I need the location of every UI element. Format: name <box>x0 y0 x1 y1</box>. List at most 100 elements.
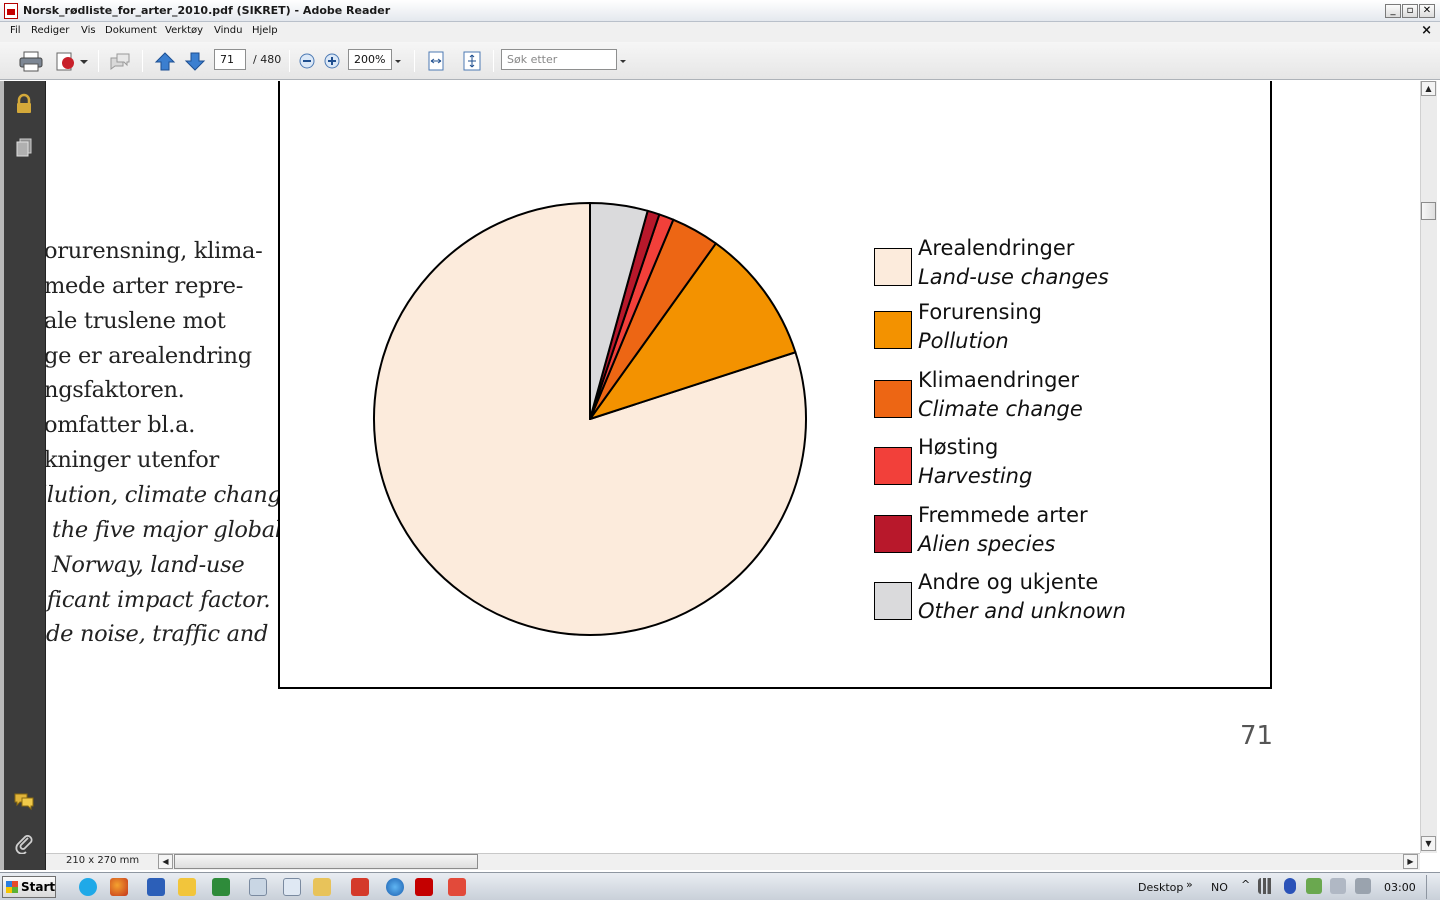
internet-explorer-icon[interactable] <box>386 878 404 896</box>
fit-width-icon[interactable] <box>424 50 448 72</box>
scroll-left-arrow[interactable]: ◀ <box>158 854 173 869</box>
minimize-button[interactable]: _ <box>1385 4 1401 18</box>
start-button[interactable]: Start <box>2 876 56 898</box>
comments-icon[interactable] <box>13 790 35 812</box>
clock[interactable]: 03:00 <box>1384 881 1416 894</box>
legend-label-en: Land-use changes <box>918 265 1109 289</box>
legend-label-no: Høsting <box>918 435 999 459</box>
folder-icon[interactable] <box>313 878 331 896</box>
horizontal-scrollbar[interactable]: 210 x 270 mm ◀ ▶ <box>46 853 1420 870</box>
show-desktop-button[interactable] <box>1426 875 1438 899</box>
security-lock-icon[interactable] <box>13 93 35 115</box>
body-text-line: ge er arealendring <box>46 343 252 369</box>
excel-icon[interactable] <box>212 878 230 896</box>
calculator-icon[interactable] <box>249 878 267 896</box>
menu-edit[interactable]: Rediger <box>31 25 69 36</box>
pdf-document-icon <box>4 3 18 19</box>
volume-icon[interactable] <box>1355 878 1371 894</box>
menu-tools[interactable]: Verktøy <box>165 25 203 36</box>
menu-file[interactable]: Fil <box>10 25 21 36</box>
close-document-button[interactable]: × <box>1421 23 1432 38</box>
adobe-reader-icon[interactable] <box>415 878 433 896</box>
body-text-line: omfatter bl.a. <box>46 412 196 438</box>
legend-label-no: Arealendringer <box>918 236 1075 260</box>
vertical-scrollbar[interactable]: ▲ ▼ <box>1420 81 1437 853</box>
legend-label-no: Andre og ukjente <box>918 570 1099 594</box>
collaborate-icon[interactable] <box>107 50 133 72</box>
skype-icon[interactable] <box>79 878 97 896</box>
navigation-pane <box>0 81 46 870</box>
legend-swatch-pollution <box>874 311 912 349</box>
menu-bar: Fil Rediger Vis Dokument Verktøy Vindu H… <box>0 22 1440 42</box>
word-icon[interactable] <box>147 878 165 896</box>
show-hidden-icons-icon[interactable]: ^ <box>1241 878 1250 891</box>
document-view[interactable]: orurensning, klima- mede arter repre- al… <box>46 81 1420 853</box>
outlook-icon[interactable] <box>178 878 196 896</box>
legend-label-en: Harvesting <box>918 464 1033 488</box>
power-icon[interactable] <box>1306 878 1322 894</box>
reader-window-icon[interactable] <box>448 878 466 896</box>
toolbar: 71 / 480 200% Søk etter <box>0 42 1440 80</box>
legend-swatch-climate <box>874 380 912 418</box>
firefox-icon[interactable] <box>110 878 128 896</box>
body-text-line: llution, climate change, <box>46 482 302 508</box>
body-text-line: de noise, traffic and <box>46 621 269 647</box>
signal-icon[interactable] <box>1258 878 1274 894</box>
toolbar-separator <box>98 50 99 72</box>
scroll-right-arrow[interactable]: ▶ <box>1403 854 1418 869</box>
zoom-dropdown-icon[interactable] <box>393 50 403 72</box>
previous-page-icon[interactable] <box>153 50 177 72</box>
toolbar-separator <box>414 50 415 72</box>
network-icon[interactable] <box>1330 878 1346 894</box>
menu-document[interactable]: Dokument <box>105 25 157 36</box>
body-text-line: ngsfaktoren. <box>46 377 185 403</box>
vertical-scroll-thumb[interactable] <box>1421 202 1436 220</box>
page-number-input[interactable]: 71 <box>214 49 246 70</box>
legend-label-no: Klimaendringer <box>918 368 1079 392</box>
legend-label-en: Pollution <box>918 329 1009 353</box>
search-dropdown-icon[interactable] <box>618 50 628 72</box>
attachments-icon[interactable] <box>13 832 35 854</box>
desktop-toolbar[interactable]: Desktop <box>1138 881 1183 894</box>
horizontal-scroll-thumb[interactable] <box>174 854 478 869</box>
page-number: 71 <box>1240 721 1274 751</box>
close-button[interactable]: ✕ <box>1419 4 1435 18</box>
figure-frame: Arealendringer Land-use changes Forurens… <box>278 81 1272 689</box>
body-text-line: kninger utenfor <box>46 447 219 473</box>
body-text-line: ale truslene mot <box>46 308 226 334</box>
chevron-icon[interactable]: » <box>1186 878 1193 891</box>
legend-swatch-harvesting <box>874 447 912 485</box>
create-pdf-icon[interactable] <box>54 50 90 72</box>
notepad-icon[interactable] <box>283 878 301 896</box>
restore-button[interactable]: ▫ <box>1402 4 1418 18</box>
legend-swatch-alien <box>874 515 912 553</box>
zoom-in-icon[interactable] <box>322 50 342 72</box>
window-title: Norsk_rødliste_for_arter_2010.pdf (SIKRE… <box>23 4 391 17</box>
language-indicator[interactable]: NO <box>1211 881 1228 894</box>
acrobat-icon[interactable] <box>351 878 369 896</box>
menu-help[interactable]: Hjelp <box>252 25 278 36</box>
next-page-icon[interactable] <box>183 50 207 72</box>
legend-swatch-other <box>874 582 912 620</box>
page-total: / 480 <box>253 53 282 66</box>
pages-icon[interactable] <box>13 137 35 159</box>
body-text-line: Norway, land-use <box>52 552 245 578</box>
legend-swatch-land-use <box>874 248 912 286</box>
bluetooth-icon[interactable] <box>1284 878 1296 894</box>
scroll-down-arrow[interactable]: ▼ <box>1421 836 1436 851</box>
body-text-line: the five major global <box>52 517 282 543</box>
print-icon[interactable] <box>18 50 44 72</box>
legend-label-no: Fremmede arter <box>918 503 1088 527</box>
menu-window[interactable]: Vindu <box>214 25 242 36</box>
taskbar: Start Desktop » NO ^ 03:00 <box>0 872 1440 900</box>
menu-view[interactable]: Vis <box>81 25 96 36</box>
fit-page-icon[interactable] <box>460 50 484 72</box>
scroll-up-arrow[interactable]: ▲ <box>1421 81 1436 96</box>
body-text-line: ificant impact factor. <box>46 587 271 613</box>
toolbar-separator <box>142 50 143 72</box>
zoom-out-icon[interactable] <box>297 50 317 72</box>
legend-label-en: Climate change <box>918 397 1083 421</box>
body-text-line: mede arter repre- <box>46 273 244 299</box>
search-input[interactable]: Søk etter <box>501 49 617 70</box>
zoom-level-field[interactable]: 200% <box>348 49 392 70</box>
